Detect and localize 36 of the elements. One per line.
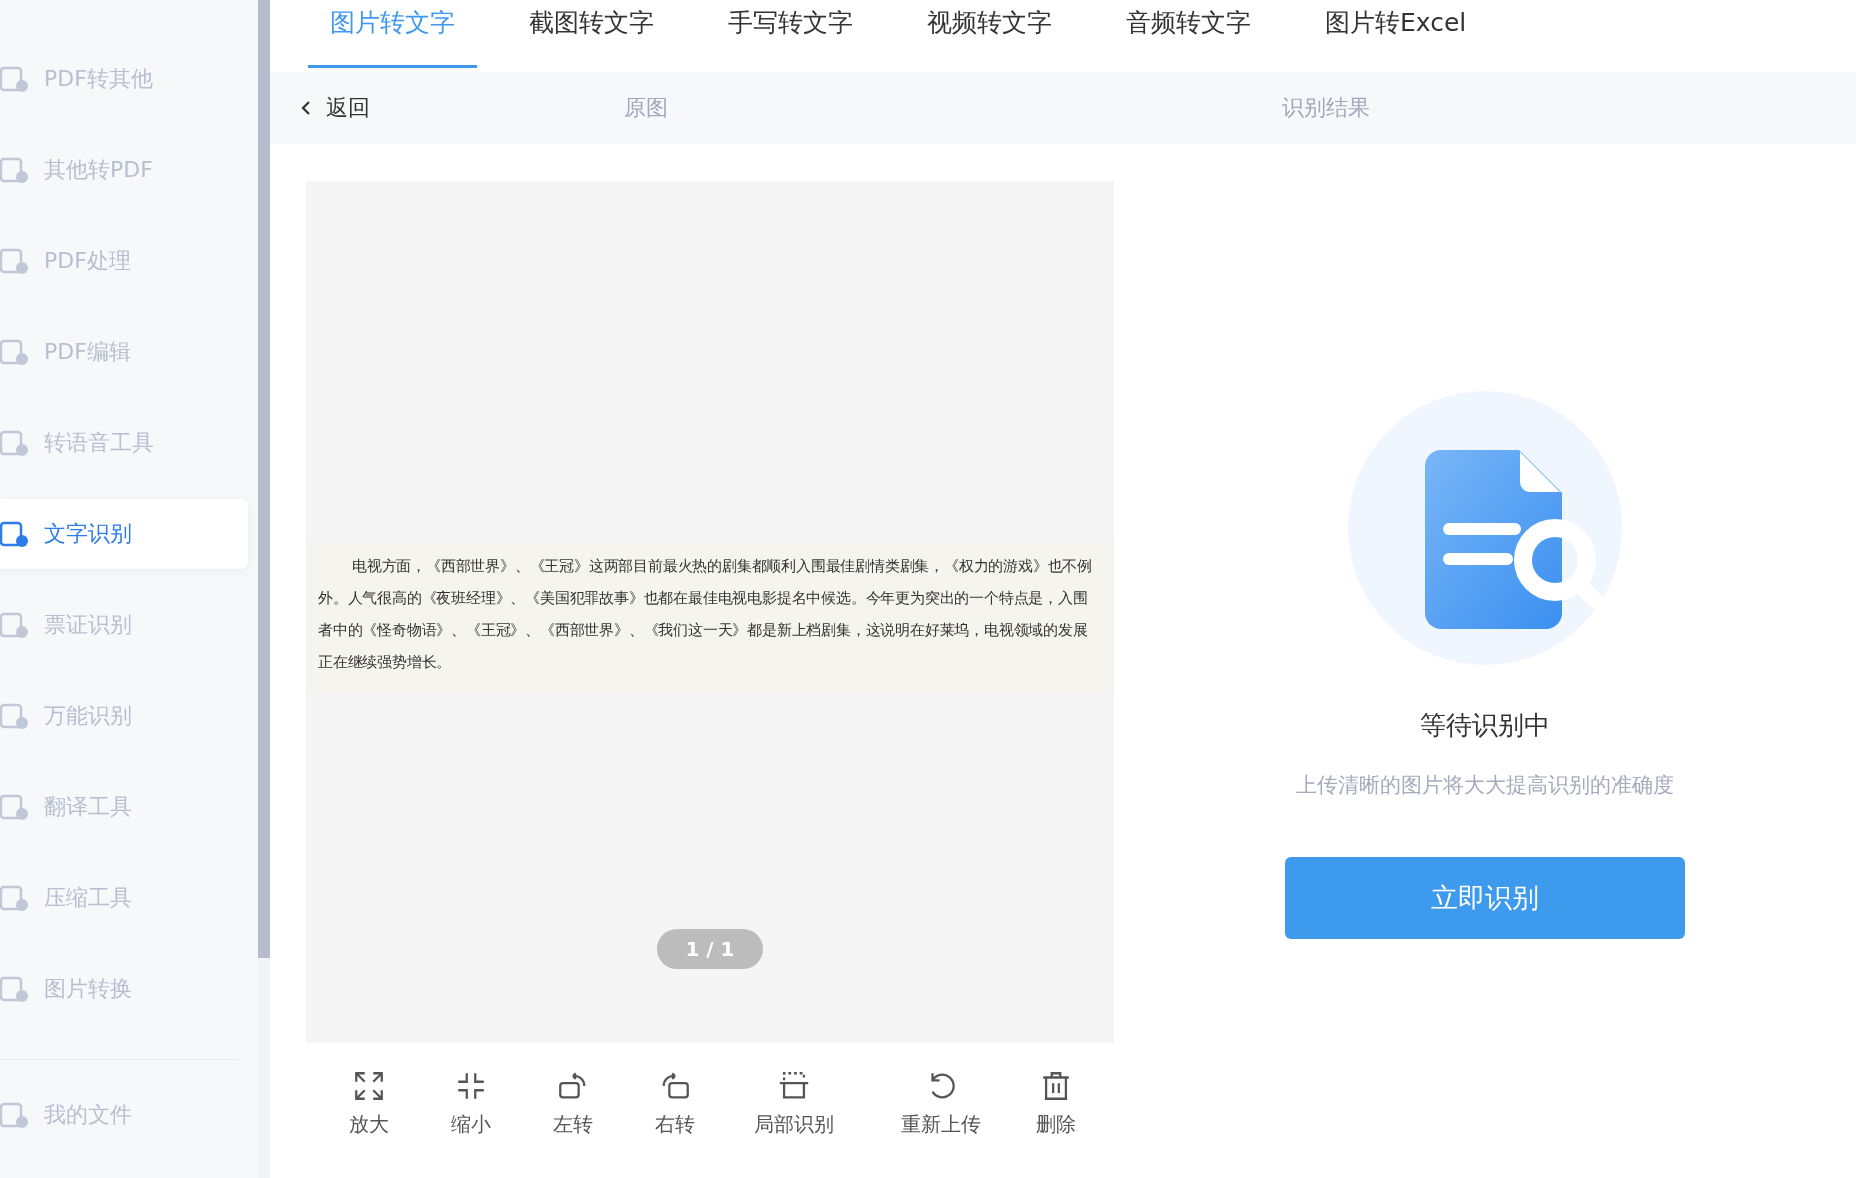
status-text: 等待识别中 — [1420, 709, 1550, 742]
file-icon — [0, 246, 30, 276]
toolbar-button[interactable]: 删除 — [1013, 1069, 1099, 1138]
file-icon — [0, 64, 30, 94]
file-icon — [0, 792, 30, 822]
toolbar-button[interactable]: 右转 — [631, 1069, 719, 1138]
file-icon — [0, 428, 30, 458]
hint-text: 上传清晰的图片将大大提高识别的准确度 — [1296, 772, 1674, 799]
scrollbar[interactable] — [258, 0, 270, 958]
document-text: 电视方面，《西部世界》、《王冠》这两部目前最火热的剧集都顺利入围最佳剧情类剧集，《权力的游戏》也不例外。人气很高的《夜班经理》、《美国犯罪故事》也都在最佳电视电影提名中候选。今年更为突出的一个特点是，入围者中的《怪奇物语》、《王冠》、《西部世界》、《我们这一天》都是新上档剧集，这说明在好莱坞，电视领域的发展正在继续强势增长。 — [306, 542, 1114, 692]
file-icon — [0, 610, 30, 640]
tab[interactable]: 视频转文字 — [905, 0, 1074, 68]
toolbar-button[interactable]: 重新上传 — [879, 1069, 1003, 1138]
tab[interactable]: 截图转文字 — [507, 0, 676, 68]
tab[interactable]: 图片转Excel — [1303, 0, 1489, 68]
toolbar-button[interactable]: 左转 — [529, 1069, 617, 1138]
tab[interactable]: 音频转文字 — [1104, 0, 1273, 68]
file-icon — [0, 155, 30, 185]
toolbar-button[interactable]: 缩小 — [427, 1069, 515, 1138]
file-icon — [0, 519, 30, 549]
sidebar-item[interactable]: 文字识别 — [0, 499, 248, 569]
recognize-button[interactable]: 立即识别 — [1285, 857, 1685, 939]
page-indicator: 1 / 1 — [657, 929, 763, 969]
file-icon — [0, 1100, 30, 1130]
panel-title: 识别结果 — [1282, 94, 1370, 122]
file-icon — [0, 701, 30, 731]
toolbar-button[interactable]: 放大 — [326, 1069, 411, 1138]
panel-title: 原图 — [624, 94, 668, 122]
file-icon — [0, 974, 30, 1004]
tab[interactable]: 图片转文字 — [308, 0, 477, 68]
back-button[interactable]: 返回 — [300, 93, 370, 123]
tab[interactable]: 手写转文字 — [706, 0, 875, 68]
file-icon — [0, 883, 30, 913]
chevron-left-icon — [300, 99, 312, 117]
file-icon — [0, 337, 30, 367]
toolbar-button[interactable]: 局部识别 — [733, 1069, 855, 1138]
